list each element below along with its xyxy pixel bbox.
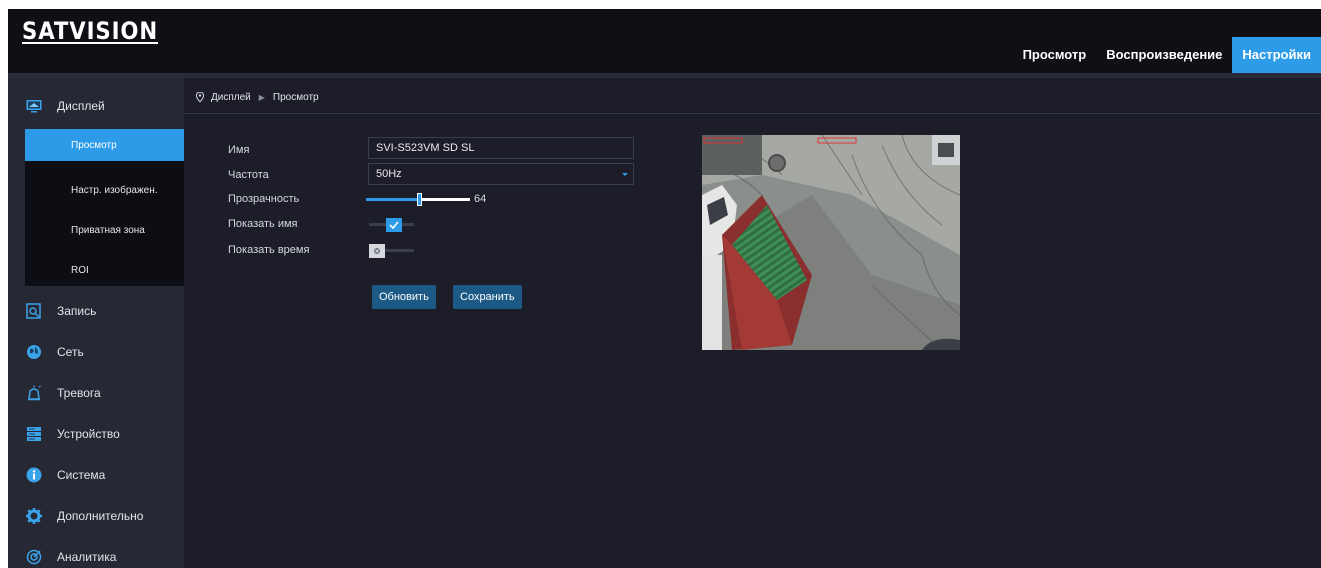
brand-logo: SATVISION xyxy=(22,15,158,45)
slider-track xyxy=(420,198,470,201)
breadcrumb: Дисплей ▶ Просмотр xyxy=(196,85,319,109)
alarm-siren-icon xyxy=(25,384,43,402)
frequency-value: 50Hz xyxy=(376,168,402,180)
info-icon xyxy=(25,466,43,484)
toggle-off-knob xyxy=(369,244,385,258)
slider-fill xyxy=(366,198,420,201)
sidebar-item-label: Сеть xyxy=(57,345,84,359)
top-header: SATVISION Просмотр Воспроизведение Настр… xyxy=(8,9,1321,73)
breadcrumb-divider xyxy=(184,113,1321,114)
submenu-item-privacy-zone[interactable]: Приватная зона xyxy=(25,214,184,246)
show-name-label: Показать имя xyxy=(228,218,298,230)
tab-preview[interactable]: Просмотр xyxy=(1013,37,1097,73)
sidebar-item-device[interactable]: Устройство xyxy=(8,414,184,454)
analytics-icon xyxy=(25,548,43,566)
chevron-down-icon xyxy=(622,173,628,176)
transparency-slider[interactable] xyxy=(366,190,470,208)
monitor-icon xyxy=(25,97,43,115)
satvision-logo-mark: SATVISION xyxy=(22,17,158,45)
tab-playback[interactable]: Воспроизведение xyxy=(1096,37,1232,73)
sidebar-item-label: Тревога xyxy=(57,386,101,400)
sidebar-item-display[interactable]: Дисплей xyxy=(8,86,184,126)
record-search-icon xyxy=(25,302,43,320)
gear-icon xyxy=(25,507,43,525)
slider-handle[interactable] xyxy=(417,193,422,206)
sidebar-item-analytics[interactable]: Аналитика xyxy=(8,537,184,568)
camera-snapshot-image xyxy=(702,135,960,350)
transparency-value: 64 xyxy=(474,193,487,205)
frequency-label: Частота xyxy=(228,169,269,181)
sidebar-item-label: Система xyxy=(57,468,106,482)
show-time-label: Показать время xyxy=(228,244,310,256)
tab-settings[interactable]: Настройки xyxy=(1232,37,1321,73)
sidebar-item-record[interactable]: Запись xyxy=(8,291,184,331)
sidebar-item-label: Запись xyxy=(57,304,97,318)
caret-right-icon: ▶ xyxy=(258,92,265,102)
show-time-toggle[interactable] xyxy=(369,244,414,258)
name-input[interactable]: SVI-S523VM SD SL xyxy=(368,137,634,159)
sidebar: Дисплей Просмотр Настр. изображен. Прива… xyxy=(8,78,184,568)
save-button[interactable]: Сохранить xyxy=(453,285,522,309)
sidebar-item-alarm[interactable]: Тревога xyxy=(8,373,184,413)
checkmark-icon xyxy=(386,218,402,232)
show-name-toggle[interactable] xyxy=(369,218,414,232)
submenu-item-image-settings[interactable]: Настр. изображен. xyxy=(25,174,184,206)
refresh-button[interactable]: Обновить xyxy=(372,285,436,309)
breadcrumb-current: Просмотр xyxy=(272,91,319,103)
sidebar-item-system[interactable]: Система xyxy=(8,455,184,495)
svg-text:SATVISION: SATVISION xyxy=(22,17,158,45)
globe-icon xyxy=(25,343,43,361)
sidebar-item-label: Устройство xyxy=(57,427,120,441)
sidebar-item-label: Дополнительно xyxy=(57,509,144,523)
submenu-item-preview[interactable]: Просмотр xyxy=(25,129,184,161)
top-nav: Просмотр Воспроизведение Настройки xyxy=(1013,37,1321,73)
name-label: Имя xyxy=(228,144,250,156)
sidebar-item-network[interactable]: Сеть xyxy=(8,332,184,372)
sidebar-item-label: Аналитика xyxy=(57,550,117,564)
header-divider xyxy=(8,73,1321,78)
sidebar-item-label: Дисплей xyxy=(57,99,105,113)
transparency-label: Прозрачность xyxy=(228,193,300,205)
location-pin-icon xyxy=(196,92,204,102)
device-storage-icon xyxy=(25,425,43,443)
submenu-item-roi[interactable]: ROI xyxy=(25,254,184,286)
camera-preview xyxy=(702,135,960,350)
sidebar-item-advanced[interactable]: Дополнительно xyxy=(8,496,184,536)
frequency-select[interactable]: 50Hz xyxy=(368,163,634,185)
app-window: SATVISION Просмотр Воспроизведение Настр… xyxy=(8,9,1321,568)
breadcrumb-parent[interactable]: Дисплей xyxy=(211,92,251,103)
